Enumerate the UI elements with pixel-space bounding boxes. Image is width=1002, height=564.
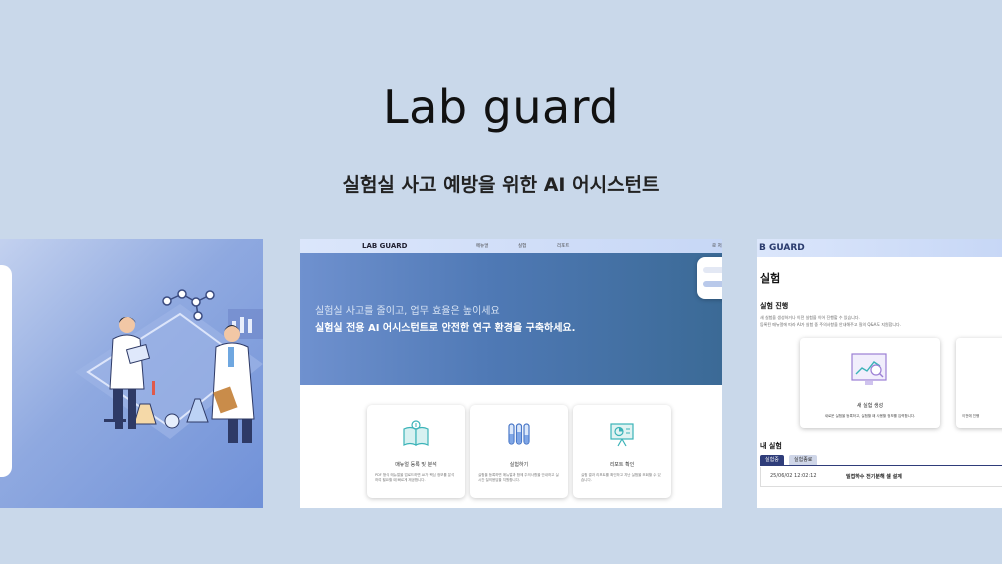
- section-desc-1: 새 실험을 생성하거나 이전 실험을 이어 진행할 수 있습니다.: [760, 315, 860, 320]
- card-manual[interactable]: 매뉴얼 등록 및 분석 PDF 형식 매뉴얼을 업로드하면 AI가 핵심 정보를…: [367, 405, 465, 498]
- popup-item-2[interactable]: [703, 281, 722, 287]
- main-page-screenshot: LAB GUARD 메뉴얼 실험 리포트 로 저 실험실 사고를 줄이고, 업무…: [300, 239, 722, 508]
- row-date: 25/06/02 12:02:12: [770, 473, 817, 479]
- user-popup: [697, 257, 722, 299]
- hero-banner: 실험실 사고를 줄이고, 업무 효율은 높이세요 실험실 전용 AI 어시스턴트…: [300, 253, 722, 385]
- card-desc: 새로운 실험을 등록하고, 실험할 때 사용할 정보를 입력합니다.: [824, 414, 916, 418]
- nav-login[interactable]: 로 저: [712, 243, 722, 249]
- logo[interactable]: B GUARD: [759, 243, 805, 253]
- card-desc: 실험을 등록하면 매뉴얼과 함께 주의사항을 안내하고 실시간 질의응답을 지원…: [478, 473, 559, 482]
- hero-subtitle: 실험실 사고 예방을 위한 AI 어시스턴트: [342, 174, 660, 196]
- section-title: 실험 진행: [760, 302, 789, 310]
- continue-experiment-card[interactable]: 이전에 진행: [956, 338, 1002, 428]
- row-name: 밀접하수 전기분해 셀 설계: [846, 474, 902, 480]
- logo[interactable]: LAB GUARD: [362, 242, 407, 250]
- hero-title: Lab guard: [383, 80, 619, 134]
- nav-report[interactable]: 리포트: [557, 243, 569, 249]
- table-row[interactable]: 25/06/02 12:02:12 밀접하수 전기분해 셀 설계: [760, 467, 1002, 487]
- my-experiments-title: 내 실험: [760, 442, 782, 450]
- nav-experiment[interactable]: 실험: [518, 243, 526, 249]
- card-desc: 실험 결과 리포트를 확인하고 지난 실험을 조회할 수 있습니다.: [581, 473, 661, 482]
- card-report[interactable]: 리포트 확인 실험 결과 리포트를 확인하고 지난 실험을 조회할 수 있습니다…: [573, 405, 671, 498]
- card-title: 매뉴얼 등록 및 분석: [395, 462, 437, 468]
- book-icon: [403, 420, 429, 446]
- test-tubes-icon: [508, 423, 530, 445]
- card-title: 리포트 확인: [609, 462, 635, 468]
- card-title: 실험하기: [509, 462, 529, 468]
- card-title: 새 실험 생성: [856, 403, 884, 409]
- presentation-chart-icon: [610, 423, 634, 447]
- tab-completed[interactable]: 실험종료: [789, 455, 818, 465]
- illustration-panel: [0, 239, 263, 508]
- new-experiment-card[interactable]: 새 실험 생성 새로운 실험을 등록하고, 실험할 때 사용할 정보를 입력합니…: [800, 338, 940, 428]
- experiment-navbar: B GUARD: [757, 239, 1002, 257]
- card2-desc: 이전에 진행: [962, 414, 980, 418]
- hero-line-2: 실험실 전용 AI 어시스턴트로 안전한 연구 환경을 구축하세요.: [315, 323, 576, 334]
- analytics-monitor-icon: [851, 353, 887, 385]
- scientists-illustration: [75, 289, 263, 443]
- main-navbar: LAB GUARD 메뉴얼 실험 리포트 로 저: [300, 239, 722, 253]
- hero-line-1: 실험실 사고를 줄이고, 업무 효율은 높이세요: [315, 306, 500, 317]
- popup-item-1[interactable]: [703, 267, 722, 273]
- tab-in-progress[interactable]: 실험중: [760, 455, 784, 465]
- nav-manual[interactable]: 메뉴얼: [476, 243, 488, 249]
- card-desc: PDF 형식 매뉴얼을 업로드하면 AI가 핵심 정보를 분석하여 필요할 때 …: [375, 473, 455, 482]
- section-desc-2: 등록된 매뉴얼에 따라 AI가 실험 중 주의사항을 안내해주고 질의 Q&A도…: [760, 322, 901, 327]
- tab-underline: [760, 465, 1002, 466]
- card-experiment[interactable]: 실험하기 실험을 등록하면 매뉴얼과 함께 주의사항을 안내하고 실시간 질의응…: [470, 405, 568, 498]
- experiment-page-screenshot: B GUARD 실험 실험 진행 새 실험을 생성하거나 이전 실험을 이어 진…: [757, 239, 1002, 508]
- page-title: 실험: [760, 272, 781, 285]
